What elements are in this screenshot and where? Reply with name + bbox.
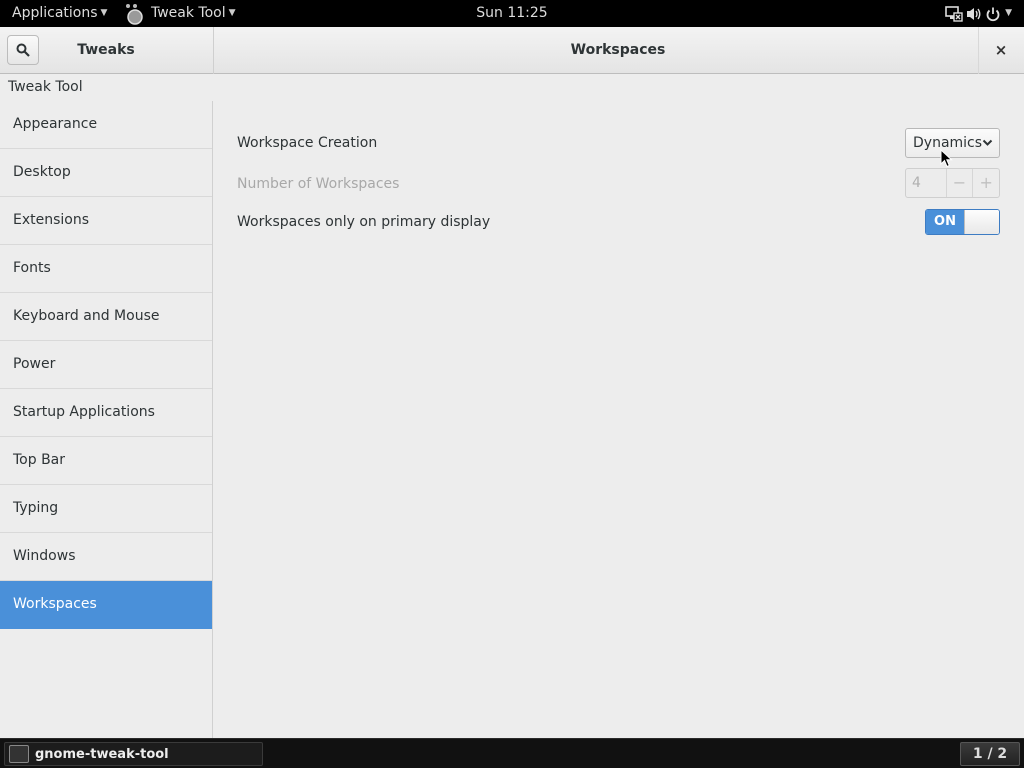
sidebar-item-typing[interactable]: Typing <box>0 485 212 533</box>
sidebar-item-power[interactable]: Power <box>0 341 212 389</box>
switch-state-label: ON <box>926 210 964 234</box>
sidebar-title: Tweaks <box>77 42 135 58</box>
bottom-bar: gnome-tweak-tool 1 / 2 <box>0 738 1024 768</box>
taskbar-item[interactable]: gnome-tweak-tool <box>4 742 263 766</box>
volume-icon <box>967 7 981 20</box>
mouse-pointer-icon <box>940 149 953 168</box>
workspace-indicator[interactable]: 1 / 2 <box>960 742 1020 766</box>
decrement-button[interactable]: − <box>945 169 973 197</box>
chevron-down-icon <box>982 139 993 146</box>
workspaces-panel: Workspace Creation Dynamics Number of Wo… <box>214 101 1024 738</box>
window-subtitle: Tweak Tool <box>8 79 83 95</box>
sidebar-item-startup-applications[interactable]: Startup Applications <box>0 389 212 437</box>
workspace-creation-label: Workspace Creation <box>237 135 378 151</box>
sidebar-item-fonts[interactable]: Fonts <box>0 245 212 293</box>
applications-label: Applications <box>12 5 98 21</box>
primary-display-switch[interactable]: ON <box>925 209 1000 235</box>
tweak-tool-taskbar-icon <box>9 745 29 763</box>
network-wired-icon <box>945 5 963 22</box>
sidebar-item-desktop[interactable]: Desktop <box>0 149 212 197</box>
search-button[interactable] <box>7 35 39 65</box>
dropdown-arrow-icon: ▼ <box>228 8 236 18</box>
close-icon: × <box>994 41 1008 59</box>
primary-display-label: Workspaces only on primary display <box>237 214 491 230</box>
close-button[interactable]: × <box>985 35 1017 65</box>
tweak-tool-app-icon <box>126 3 143 25</box>
number-of-workspaces-label: Number of Workspaces <box>237 176 400 192</box>
power-icon <box>986 7 1000 21</box>
tweak-tool-window: Tweaks Workspaces × Tweak Tool Appearanc… <box>0 27 1024 738</box>
app-menu[interactable]: Tweak Tool ▼ <box>124 0 236 27</box>
header-bar: Tweaks Workspaces × <box>0 27 1024 74</box>
number-of-workspaces-spinner[interactable]: 4 − + <box>905 168 1000 198</box>
power-menu[interactable]: ▼ <box>985 0 1012 27</box>
clock-label[interactable]: Sun 11:25 <box>476 0 547 27</box>
applications-menu[interactable]: Applications ▼ <box>12 0 107 27</box>
dropdown-arrow-icon: ▼ <box>100 8 108 18</box>
search-icon <box>16 43 30 57</box>
sidebar-item-top-bar[interactable]: Top Bar <box>0 437 212 485</box>
sidebar-item-keyboard-and-mouse[interactable]: Keyboard and Mouse <box>0 293 212 341</box>
number-of-workspaces-value[interactable]: 4 <box>906 169 946 197</box>
system-status-area[interactable]: ▼ <box>945 0 1012 27</box>
sidebar: Appearance Desktop Extensions Fonts Keyb… <box>0 101 213 738</box>
sidebar-item-appearance[interactable]: Appearance <box>0 101 212 149</box>
app-menu-label: Tweak Tool <box>151 5 226 21</box>
sidebar-item-workspaces[interactable]: Workspaces <box>0 581 212 629</box>
taskbar-item-label: gnome-tweak-tool <box>35 746 169 762</box>
sidebar-item-extensions[interactable]: Extensions <box>0 197 212 245</box>
switch-slider[interactable] <box>964 210 999 234</box>
increment-button[interactable]: + <box>972 169 999 197</box>
top-bar: Applications ▼ Tweak Tool ▼ Sun 11:25 ▼ <box>0 0 1024 27</box>
header-divider <box>978 27 979 74</box>
dropdown-arrow-icon: ▼ <box>1005 8 1012 18</box>
sidebar-item-windows[interactable]: Windows <box>0 533 212 581</box>
page-title: Workspaces <box>570 42 666 58</box>
